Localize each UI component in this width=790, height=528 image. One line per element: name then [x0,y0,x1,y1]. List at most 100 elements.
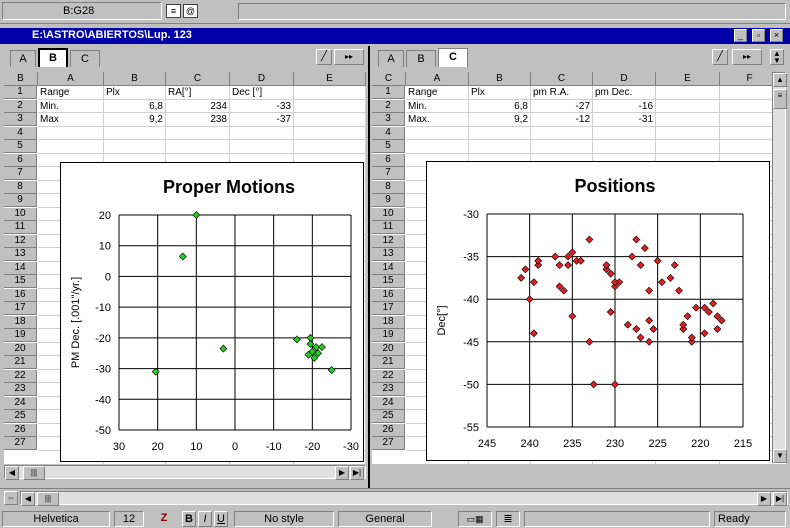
cell[interactable]: -33 [232,100,291,113]
tab-b[interactable]: B [406,50,436,67]
cell-reference-box[interactable]: B:G28 [2,2,162,20]
pane-split-icon[interactable]: ╱ [712,49,728,65]
restore-button[interactable]: ▫ [752,29,765,42]
column-header[interactable]: B [4,72,38,86]
row-header[interactable]: 9 [372,194,405,207]
scroll-thumb[interactable]: ||| [37,492,59,506]
scroll-down-icon[interactable]: ▼ [773,449,787,463]
row-header[interactable]: 15 [4,275,37,288]
column-header[interactable]: B [469,72,531,86]
row-header[interactable]: 6 [372,153,405,167]
tab-a[interactable]: A [10,50,36,67]
row-header[interactable]: 20 [372,342,405,356]
cell[interactable]: -16 [595,100,653,113]
column-header[interactable]: C [372,72,406,86]
column-header[interactable]: A [38,72,104,86]
left-horizontal-scrollbar[interactable]: ◀ ||| ▶ ▶| [4,465,366,480]
tab-scroll-button[interactable]: ▸▸ [732,49,762,65]
row-header[interactable]: 2 [372,99,405,113]
scroll-end-icon[interactable]: ▶| [350,466,364,480]
row-header[interactable]: 13 [4,248,37,261]
cell[interactable]: Dec [°] [232,86,291,99]
column-header[interactable]: B [104,72,166,86]
scroll-end-icon[interactable]: ▶| [773,492,787,506]
row-header[interactable]: 26 [4,423,37,437]
row-header[interactable]: 12 [372,234,405,248]
row-header[interactable]: 11 [4,221,37,234]
cell[interactable]: 238 [168,113,227,126]
scroll-left-icon[interactable]: ◀ [21,492,35,506]
scroll-right-icon[interactable]: ▶ [757,492,771,506]
column-header[interactable]: A [406,72,469,86]
number-format-field[interactable]: General [338,511,432,527]
row-header[interactable]: 5 [372,140,405,153]
row-header[interactable]: 20 [4,342,37,356]
row-header[interactable]: 1 [4,86,37,99]
row-header[interactable]: 17 [4,302,37,315]
cell[interactable]: -31 [595,113,653,126]
cell[interactable]: 234 [168,100,227,113]
right-vertical-scrollbar[interactable]: ▲ ≡ ▼ [772,72,787,464]
cell[interactable]: Plx [106,86,163,99]
row-header[interactable]: 1 [372,86,405,99]
cell[interactable]: Max [40,113,101,126]
column-header[interactable]: D [593,72,656,86]
minimize-button[interactable]: _ [734,29,747,42]
italic-button[interactable]: I [198,511,212,527]
tab-c[interactable]: C [438,48,468,67]
column-header[interactable]: C [166,72,230,86]
row-header[interactable]: 9 [4,194,37,207]
font-name-field[interactable]: Helvetica [2,511,110,527]
row-header[interactable]: 14 [372,261,405,275]
cell[interactable]: pm R.A. [533,86,590,99]
cell[interactable]: RA[°] [168,86,227,99]
underline-button[interactable]: U [214,511,228,527]
row-header[interactable]: 3 [4,113,37,126]
cell[interactable]: pm Dec. [595,86,653,99]
cell[interactable]: Range [408,86,466,99]
scroll-thumb[interactable]: ≡ [773,89,787,109]
column-header[interactable]: C [531,72,593,86]
formula-input[interactable] [238,3,786,20]
left-worksheet-grid[interactable]: B A B C D E 1 2 3 4 5 6 7 8 9 10 11 12 13 14 15 16 17 18 19 20 21 2… [4,72,366,464]
cell[interactable]: -37 [232,113,291,126]
column-header[interactable]: E [656,72,720,86]
tab-a[interactable]: A [378,50,404,67]
row-header[interactable]: 12 [4,234,37,248]
chart-object[interactable]: Proper Motions 30 20 10 0 -10 -20 -30 20 10 0 -10 -2… [60,162,364,462]
row-header[interactable]: 14 [4,261,37,275]
row-header[interactable]: 6 [4,153,37,167]
tab-b[interactable]: B [38,48,68,67]
tab-scroll-button[interactable]: ▸▸ [334,49,364,65]
row-header[interactable]: 18 [372,315,405,329]
cell[interactable]: Range [40,86,101,99]
column-header[interactable]: D [230,72,294,86]
row-header[interactable]: 7 [4,167,37,180]
column-header[interactable]: F [720,72,772,86]
row-header[interactable]: 16 [4,288,37,302]
row-header[interactable]: 2 [4,99,37,113]
row-header[interactable]: 5 [4,140,37,153]
row-header[interactable]: 22 [4,369,37,383]
row-header[interactable]: 25 [372,410,405,423]
function-wizard-icon[interactable]: ≡ [166,4,181,18]
row-header[interactable]: 3 [372,113,405,126]
row-header[interactable]: 7 [372,167,405,180]
cell[interactable]: Min. [40,100,101,113]
row-header[interactable]: 18 [4,315,37,329]
at-sign-icon[interactable]: @ [183,4,198,18]
alignment-icon[interactable]: ≣ [496,511,520,527]
font-color-icon[interactable]: Z [148,511,180,527]
tab-c[interactable]: C [70,50,100,67]
chart-object[interactable]: Positions 245 240 235 230 225 220 215 -30 -35 -40 -… [426,161,770,461]
row-header[interactable]: 26 [372,423,405,437]
row-header[interactable]: 21 [4,356,37,369]
split-arrows-icon[interactable]: ▲ ▼ [770,49,784,65]
row-header[interactable]: 19 [4,329,37,342]
row-header[interactable]: 8 [372,180,405,194]
row-header[interactable]: 27 [372,437,405,450]
row-header[interactable]: 25 [4,410,37,423]
cell[interactable]: 9,2 [106,113,163,126]
cell[interactable]: -27 [533,100,590,113]
row-header[interactable]: 4 [372,126,405,140]
